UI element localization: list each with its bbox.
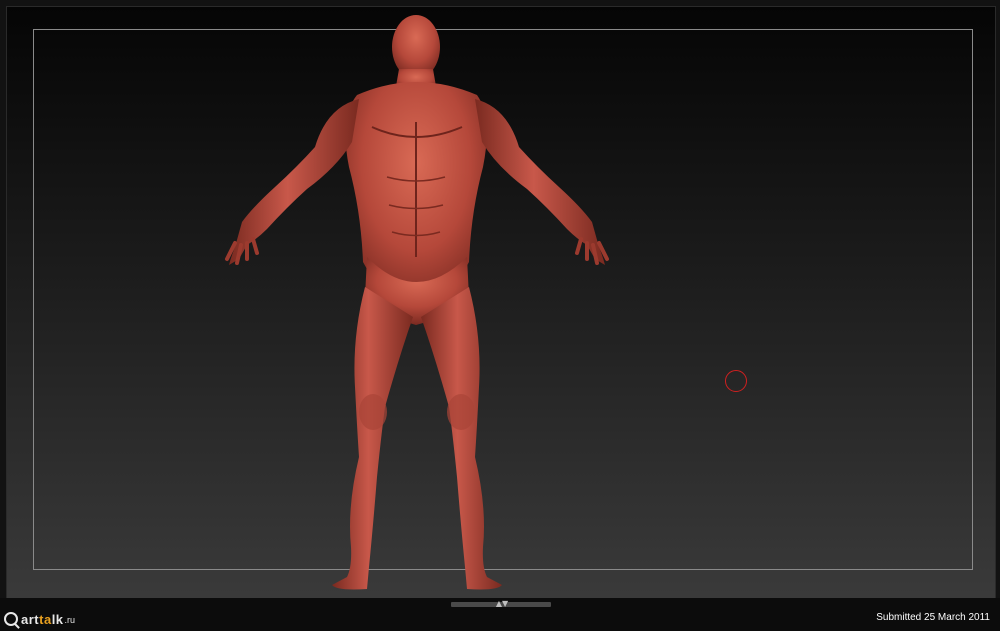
model-leg-right xyxy=(421,287,502,590)
logo-mark-icon xyxy=(4,612,18,626)
brush-cursor-icon xyxy=(725,370,747,392)
footer-bar: ▲▼ arttalk .ru Submitted 25 March 2011 xyxy=(0,598,1000,631)
submitted-date: Submitted 25 March 2011 xyxy=(876,612,990,623)
model-arm-left xyxy=(229,99,359,265)
sculpt-model[interactable] xyxy=(187,7,627,598)
logo-wordmark: arttalk xyxy=(21,611,64,627)
viewport-canvas[interactable] xyxy=(6,6,996,599)
model-arm-right xyxy=(475,99,605,265)
logo-domain: .ru xyxy=(64,615,76,625)
arttalk-logo: arttalk .ru xyxy=(4,611,75,627)
model-leg-left xyxy=(332,287,413,590)
scroll-arrows-icon[interactable]: ▲▼ xyxy=(492,599,512,609)
